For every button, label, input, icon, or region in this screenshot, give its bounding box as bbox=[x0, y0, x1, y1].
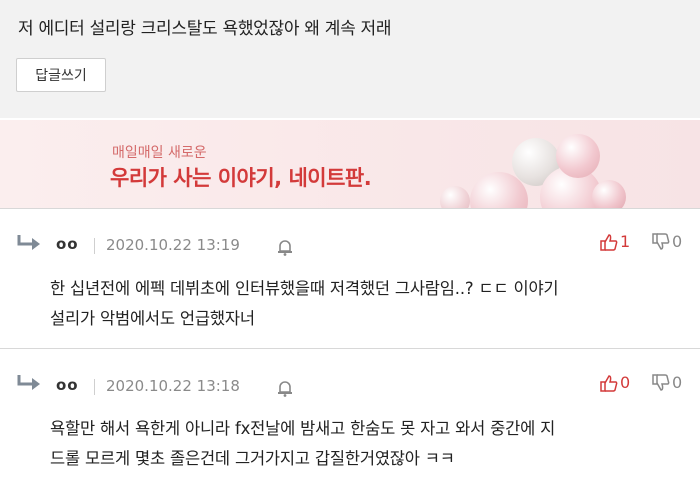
comment-line: 설리가 악범에서도 언급했자너 bbox=[50, 309, 255, 328]
banner-subtitle: 매일매일 새로운 bbox=[112, 145, 207, 161]
comment-line: 욕할만 해서 욕한게 아니라 fx전날에 밤새고 한숨도 못 자고 와서 중간에… bbox=[50, 419, 556, 438]
reply-comment: oo 2020.10.22 13:19 1 0 한 십년전에 에펙 데뷔초에 인… bbox=[0, 208, 700, 348]
like-count: 1 bbox=[620, 232, 631, 251]
comment-line: 드롤 모르게 몇초 졸은건데 그거가지고 갑질한거였잖아 ㅋㅋ bbox=[50, 449, 455, 468]
comment-author[interactable]: oo bbox=[56, 376, 79, 394]
dislike-button[interactable]: 0 bbox=[652, 232, 682, 251]
banner-title: 우리가 사는 이야기, 네이트판. bbox=[110, 166, 372, 190]
parent-comment-text: 저 에디터 설리랑 크리스탈도 욕했었잖아 왜 계속 저래 bbox=[18, 19, 392, 39]
like-count: 0 bbox=[620, 373, 631, 392]
comment-line: 한 십년전에 에펙 데뷔초에 인터뷰했을때 저격했던 그사람임..? ㄷㄷ 이야… bbox=[50, 279, 559, 298]
dislike-button[interactable]: 0 bbox=[652, 373, 682, 392]
comment-author[interactable]: oo bbox=[56, 235, 79, 253]
separator bbox=[94, 238, 95, 254]
thumbs-down-icon bbox=[652, 373, 670, 391]
report-bell-icon[interactable] bbox=[277, 238, 293, 256]
thumbs-down-icon bbox=[652, 232, 670, 250]
comment-date: 2020.10.22 13:18 bbox=[106, 377, 240, 395]
write-reply-button[interactable]: 답글쓰기 bbox=[16, 58, 106, 92]
reply-arrow-icon bbox=[17, 235, 40, 250]
comment-body: 한 십년전에 에펙 데뷔초에 인터뷰했을때 저격했던 그사람임..? ㄷㄷ 이야… bbox=[50, 274, 690, 334]
reply-arrow-icon bbox=[17, 375, 40, 390]
report-bell-icon[interactable] bbox=[277, 379, 293, 397]
separator bbox=[94, 379, 95, 395]
dislike-count: 0 bbox=[672, 373, 683, 392]
parent-comment: 저 에디터 설리랑 크리스탈도 욕했었잖아 왜 계속 저래 답글쓰기 bbox=[0, 0, 700, 118]
dislike-count: 0 bbox=[672, 232, 683, 251]
comment-body: 욕할만 해서 욕한게 아니라 fx전날에 밤새고 한숨도 못 자고 와서 중간에… bbox=[50, 414, 690, 474]
like-button[interactable]: 0 bbox=[600, 373, 630, 392]
reply-comment: oo 2020.10.22 13:18 0 0 욕할만 해서 욕한게 아니라 f… bbox=[0, 348, 700, 489]
like-button[interactable]: 1 bbox=[600, 232, 630, 251]
promo-banner[interactable]: 매일매일 새로운 우리가 사는 이야기, 네이트판. bbox=[0, 120, 700, 208]
thumbs-up-icon bbox=[600, 233, 618, 251]
thumbs-up-icon bbox=[600, 374, 618, 392]
comment-date: 2020.10.22 13:19 bbox=[106, 236, 240, 254]
